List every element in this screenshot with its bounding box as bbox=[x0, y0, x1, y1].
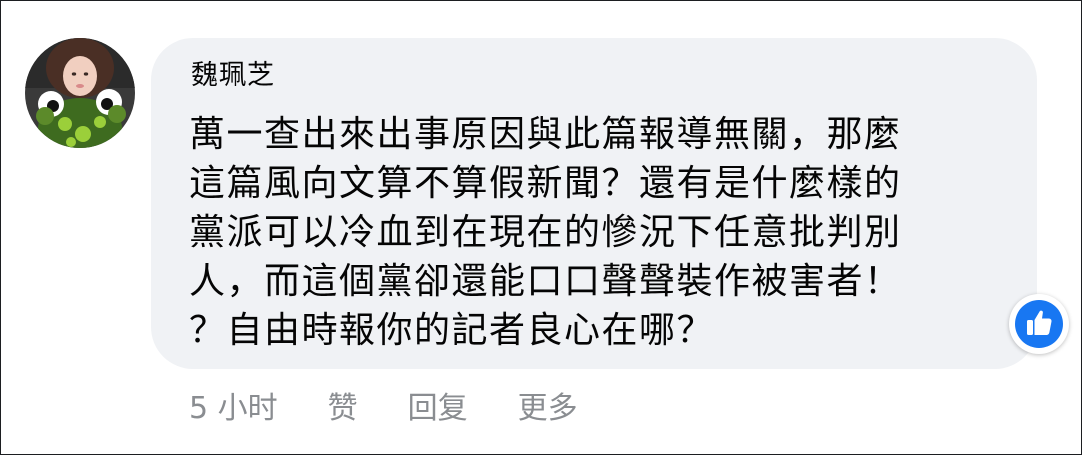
comment-screenshot: 魏珮芝 萬一查出來出事原因與此篇報導無關，那麼 這篇風向文算不算假新聞？還有是什… bbox=[0, 0, 1082, 455]
comment-author-name[interactable]: 魏珮芝 bbox=[191, 56, 275, 96]
comment-text-line: 萬一查出來出事原因與此篇報導無關，那麼 bbox=[189, 114, 902, 155]
comment-text-line: ？自由時報你的記者良心在哪？ bbox=[189, 310, 715, 351]
comment-text: 萬一查出來出事原因與此篇報導無關，那麼 這篇風向文算不算假新聞？還有是什麼樣的 … bbox=[189, 110, 999, 355]
comment-bubble: 魏珮芝 萬一查出來出事原因與此篇報導無關，那麼 這篇風向文算不算假新聞？還有是什… bbox=[151, 38, 1037, 369]
avatar-image bbox=[25, 38, 135, 148]
comment-text-line: 這篇風向文算不算假新聞？還有是什麼樣的 bbox=[189, 163, 902, 204]
like-reaction-badge[interactable] bbox=[1009, 294, 1069, 354]
thumbs-up-icon bbox=[1027, 310, 1052, 335]
like-button[interactable]: 赞 bbox=[328, 383, 358, 427]
comment-timestamp[interactable]: 5 小时 bbox=[189, 383, 278, 427]
avatar[interactable] bbox=[25, 38, 135, 148]
comment-text-line: 黨派可以冷血到在現在的慘況下任意批判別 bbox=[189, 212, 902, 253]
reply-button[interactable]: 回复 bbox=[408, 383, 468, 427]
comment-actions: 5 小时 赞 回复 更多 bbox=[189, 383, 578, 427]
comment-text-line: 人，而這個黨卻還能口口聲聲裝作被害者！ bbox=[189, 261, 902, 302]
more-button[interactable]: 更多 bbox=[518, 383, 578, 427]
